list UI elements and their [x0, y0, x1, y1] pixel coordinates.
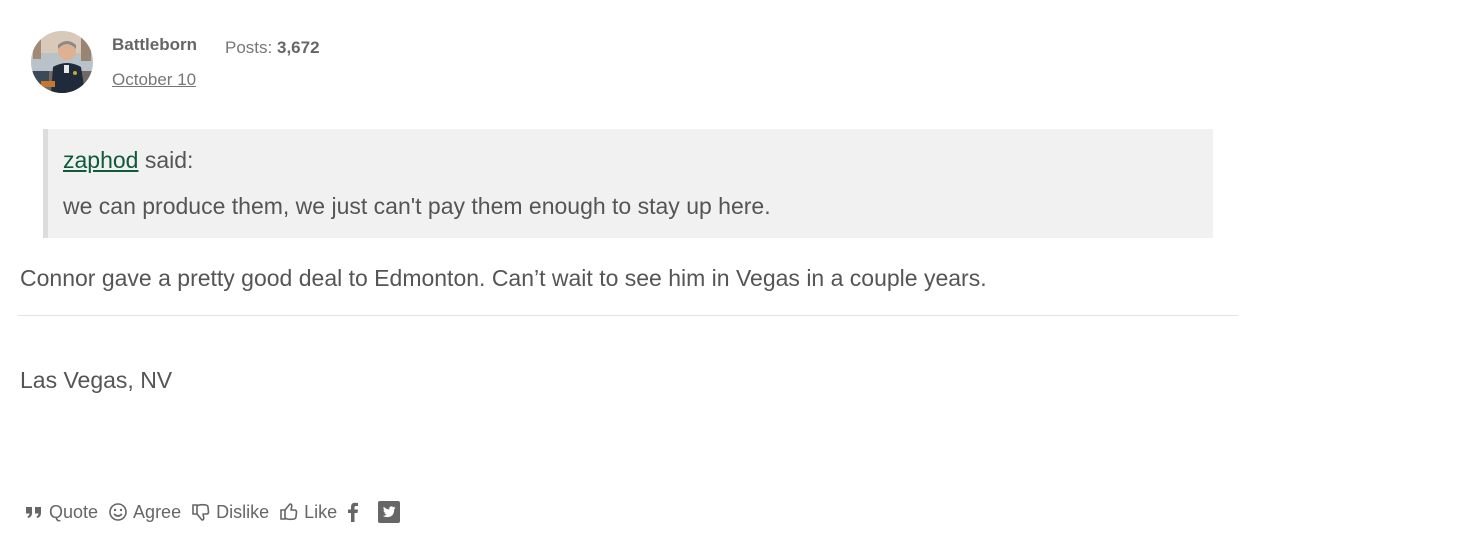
avatar-photo — [31, 31, 93, 93]
twitter-icon — [378, 501, 401, 523]
quote-author-link[interactable]: zaphod — [63, 147, 138, 173]
post-actions-bar: Quote Agree Dislike Like — [25, 498, 419, 526]
forum-post: Battleborn Posts: 3,672 October 10 zapho… — [0, 0, 1469, 533]
quote-label: Quote — [49, 501, 99, 522]
quote-button[interactable]: Quote — [25, 502, 98, 523]
share-facebook-button[interactable] — [347, 502, 364, 522]
quote-text: we can produce them, we just can't pay t… — [63, 193, 771, 219]
signature-divider — [18, 315, 1238, 316]
agree-button[interactable]: Agree — [108, 502, 181, 523]
posts-label: Posts: — [225, 38, 273, 57]
author-post-count: Posts: 3,672 — [225, 38, 320, 58]
user-signature: Las Vegas, NV — [20, 367, 173, 393]
avatar[interactable] — [31, 31, 93, 93]
quote-said-label: said: — [144, 147, 194, 173]
quote-block: zaphod said: we can produce them, we jus… — [43, 129, 1213, 238]
agree-label: Agree — [133, 501, 182, 522]
post-body: Connor gave a pretty good deal to Edmont… — [20, 265, 987, 291]
like-button[interactable]: Like — [279, 502, 337, 523]
quote-attribution: zaphod said: — [63, 147, 193, 174]
quote-icon — [26, 507, 41, 518]
like-label: Like — [304, 501, 338, 522]
share-twitter-button[interactable] — [378, 501, 405, 523]
thumbs-down-icon — [192, 503, 210, 521]
thumbs-up-icon — [280, 503, 298, 521]
facebook-icon — [348, 502, 359, 522]
author-name-link[interactable]: Battleborn — [112, 35, 197, 55]
smiley-icon — [109, 503, 127, 521]
dislike-button[interactable]: Dislike — [191, 502, 269, 523]
posts-count-value: 3,672 — [276, 38, 320, 57]
dislike-label: Dislike — [216, 501, 270, 522]
post-date-link[interactable]: October 10 — [112, 70, 196, 90]
